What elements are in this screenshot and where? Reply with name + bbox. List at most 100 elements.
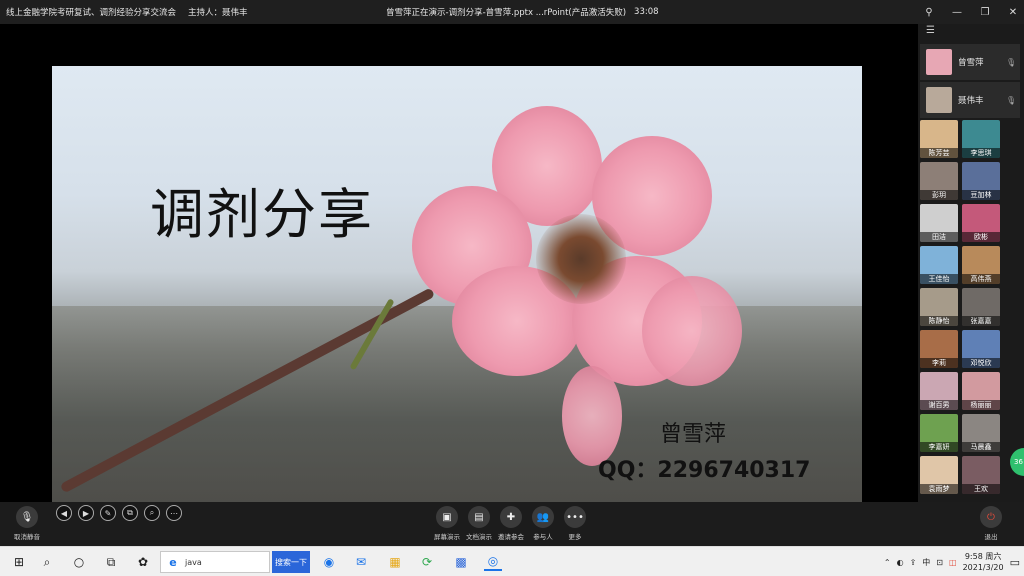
participant-tile[interactable]: 杨丽丽	[962, 372, 1000, 410]
cortana-icon[interactable]: ○	[70, 553, 88, 571]
mic-icon: 🎙	[1006, 57, 1017, 67]
participant-tile[interactable]: 豆加林	[962, 162, 1000, 200]
more-button[interactable]: ••• 更多	[564, 506, 586, 541]
presenting-status: 曾雪萍正在演示-调剂分享-曾雪萍.pptx ...rPoint(产品激活失败)	[386, 8, 627, 18]
cloud-icon[interactable]: ◐	[897, 558, 904, 567]
video-card-name: 聂伟丰	[958, 96, 984, 106]
participant-tile[interactable]: 李莉	[920, 330, 958, 368]
screen-share-label: 屏幕演示	[434, 533, 460, 541]
more-options-icon[interactable]: ⋯	[166, 505, 182, 521]
participant-name: 王佳怡	[920, 274, 958, 284]
participant-tile[interactable]: 马晨鑫	[962, 414, 1000, 452]
document-icon: ▤	[468, 506, 490, 528]
slide-toolbar: ◀ ▶ ✎ ⧉ ⌕ ⋯	[56, 505, 182, 521]
task-view-icon[interactable]: ⧉	[102, 553, 120, 571]
doc-share-button[interactable]: ▤ 文档演示	[466, 506, 492, 541]
meeting-info: 线上金融学院考研复试、调剂经验分享交流会 主持人：聂伟丰	[6, 0, 248, 24]
participant-tile[interactable]: 欧彬	[962, 204, 1000, 242]
volume-icon[interactable]: ⊡	[936, 558, 943, 567]
clock-date: 2021/3/20	[962, 563, 1004, 572]
invite-button[interactable]: ✚ 邀请参会	[498, 506, 524, 541]
participant-panel: ☰ 曾雪萍 🎙 聂伟丰 🎙 陈芳芸 李思琪 彭玥 豆加林 田洁 欧彬 王佳怡 高…	[918, 24, 1024, 502]
participant-tile[interactable]: 李嘉妍	[920, 414, 958, 452]
taskbar-search-box[interactable]: e java	[160, 551, 270, 573]
pinned-app-icon[interactable]: ✿	[134, 553, 152, 571]
layout-menu-icon[interactable]: ☰	[926, 25, 935, 36]
start-icon[interactable]: ⊞	[10, 553, 28, 571]
participant-tile[interactable]: 田洁	[920, 204, 958, 242]
participant-tile[interactable]: 彭玥	[920, 162, 958, 200]
avatar	[926, 49, 952, 75]
participant-tile[interactable]: 王欢	[962, 456, 1000, 494]
slide-title: 调剂分享	[150, 183, 374, 246]
pin-icon[interactable]: ⚲	[922, 5, 936, 19]
minimize-icon[interactable]: —	[950, 5, 964, 19]
participant-name: 欧彬	[962, 232, 1000, 242]
participant-name: 邓悦欣	[962, 358, 1000, 368]
presenting-info: 曾雪萍正在演示-调剂分享-曾雪萍.pptx ...rPoint(产品激活失败) …	[386, 0, 659, 24]
participant-name: 李嘉妍	[920, 442, 958, 452]
participant-name: 高伟燕	[962, 274, 1000, 284]
participant-tile[interactable]: 王佳怡	[920, 246, 958, 284]
mail-icon[interactable]: ✉	[352, 553, 370, 571]
participant-tile[interactable]: 陈静怡	[920, 288, 958, 326]
video-card-name: 曾雪萍	[958, 58, 984, 68]
search-value: java	[185, 557, 202, 567]
zoom-icon[interactable]: ⌕	[144, 505, 160, 521]
network-icon[interactable]: ⇪	[910, 558, 917, 567]
prev-slide-icon[interactable]: ◀	[56, 505, 72, 521]
video-card[interactable]: 聂伟丰 🎙	[920, 82, 1020, 118]
participant-tile[interactable]: 李思琪	[962, 120, 1000, 158]
participants-button[interactable]: 👥 参与人	[532, 506, 554, 541]
unmute-button[interactable]: 🎙 取消静音	[14, 506, 40, 541]
pen-icon[interactable]: ✎	[100, 505, 116, 521]
users-icon: 👥	[532, 506, 554, 528]
participant-name: 彭玥	[920, 190, 958, 200]
participant-tile[interactable]: 谢百男	[920, 372, 958, 410]
next-slide-icon[interactable]: ▶	[78, 505, 94, 521]
antivirus-icon[interactable]: ◫	[949, 558, 957, 567]
slides-overview-icon[interactable]: ⧉	[122, 505, 138, 521]
screen-share-icon: ▣	[436, 506, 458, 528]
add-user-icon: ✚	[500, 506, 522, 528]
meeting-timer: 33:08	[634, 7, 659, 17]
search-button[interactable]: 搜索一下	[272, 551, 310, 573]
meeting-app-icon[interactable]: ◎	[484, 553, 502, 571]
search-icon[interactable]: ⌕	[38, 553, 56, 571]
participant-tile[interactable]: 袁雨梦	[920, 456, 958, 494]
screen-share-button[interactable]: ▣ 屏幕演示	[434, 506, 460, 541]
system-clock[interactable]: 9:58 周六 2021/3/20	[963, 551, 1004, 573]
more-icon: •••	[564, 506, 586, 528]
edge-icon[interactable]: ◉	[320, 553, 338, 571]
title-bar: 线上金融学院考研复试、调剂经验分享交流会 主持人：聂伟丰 曾雪萍正在演示-调剂分…	[0, 0, 1024, 24]
meeting-window: 线上金融学院考研复试、调剂经验分享交流会 主持人：聂伟丰 曾雪萍正在演示-调剂分…	[0, 0, 1024, 576]
notification-icon[interactable]: ▭	[1010, 556, 1020, 569]
participant-name: 李莉	[920, 358, 958, 368]
leave-label: 退出	[984, 533, 998, 541]
participant-name: 陈芳芸	[920, 148, 958, 158]
taskbar: ⊞ ⌕ ○ ⧉ ✿ e java 搜索一下 ◉ ✉ ▦ ⟳ ▩ ◎ ⌃ ◐ ⇪ …	[0, 546, 1024, 576]
store-app-icon[interactable]: ▩	[452, 553, 470, 571]
participant-tile[interactable]: 张嘉嘉	[962, 288, 1000, 326]
participant-name: 田洁	[920, 232, 958, 242]
show-hidden-icon[interactable]: ⌃	[884, 558, 891, 567]
slide-author: 曾雪萍	[660, 422, 727, 447]
participant-tile[interactable]: 邓悦欣	[962, 330, 1000, 368]
browser-e-icon: e	[169, 555, 177, 569]
video-card[interactable]: 曾雪萍 🎙	[920, 44, 1020, 80]
refresh-app-icon[interactable]: ⟳	[418, 553, 436, 571]
window-controls: ⚲ — ❐ ✕	[922, 0, 1020, 24]
participant-name: 袁雨梦	[920, 484, 958, 494]
participant-tile[interactable]: 陈芳芸	[920, 120, 958, 158]
meeting-title: 线上金融学院考研复试、调剂经验分享交流会	[6, 8, 177, 18]
ime-icon[interactable]: 中	[922, 557, 930, 568]
leave-button[interactable]: ⏻ 退出	[980, 506, 1002, 541]
power-icon: ⏻	[980, 506, 1002, 528]
file-explorer-icon[interactable]: ▦	[386, 553, 404, 571]
restore-icon[interactable]: ❐	[978, 5, 992, 19]
mic-icon: 🎙	[1006, 95, 1017, 105]
close-icon[interactable]: ✕	[1006, 5, 1020, 19]
participant-tile[interactable]: 高伟燕	[962, 246, 1000, 284]
clock-time: 9:58 周六	[964, 552, 1002, 561]
participant-name: 张嘉嘉	[962, 316, 1000, 326]
